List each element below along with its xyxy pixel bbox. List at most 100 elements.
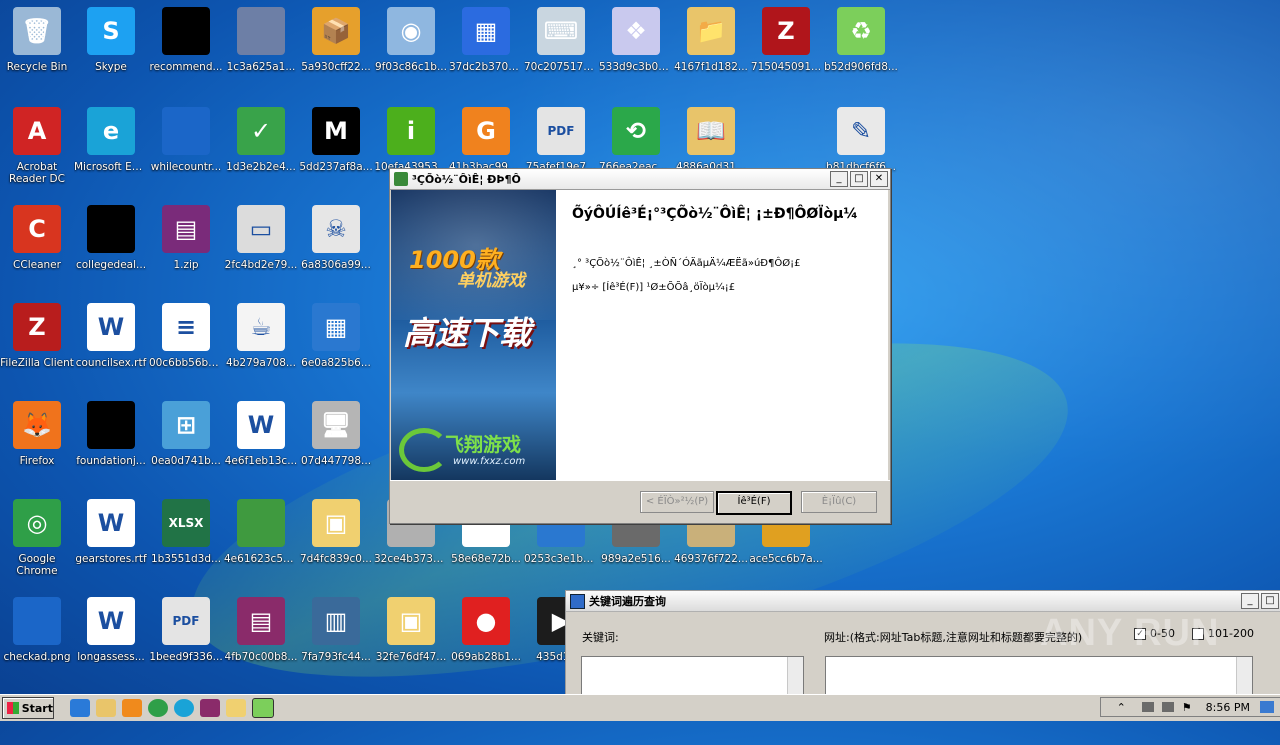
explorer-icon[interactable] — [96, 699, 116, 717]
desktop-icon[interactable]: XLSX 1b3551d3d... — [149, 499, 223, 565]
close-button[interactable]: ✕ — [870, 171, 888, 187]
desktop-icon[interactable]: Z FileZilla Client — [0, 303, 74, 369]
desktop-icon[interactable]: ▦ 6e0a825b6... — [299, 303, 373, 369]
desktop-icon[interactable]: ◉ 9f03c86c1b... — [374, 7, 448, 73]
file-icon: PDF — [162, 597, 210, 645]
dialog-content: ÕýÔÚÍê³É¡°³ÇÕò½¨ÔìÊ¦ ¡±Ð¶ÔØÏòµ¼ ¸° ³ÇÕò½… — [556, 190, 888, 480]
file-icon: ▣ — [387, 597, 435, 645]
show-desktop-icon[interactable] — [1260, 701, 1274, 713]
file-icon: W — [237, 401, 285, 449]
desktop-icon[interactable]: 🦊 Firefox — [0, 401, 74, 467]
cancel-button[interactable]: È¡Ïû(C) — [801, 491, 877, 513]
desktop-icon[interactable]: collegedeal... — [74, 205, 148, 271]
dialog-heading: ÕýÔÚÍê³É¡°³ÇÕò½¨ÔìÊ¦ ¡±Ð¶ÔØÏòµ¼ — [572, 206, 858, 222]
url-scrollbar[interactable] — [1236, 657, 1252, 697]
desktop-icon[interactable]: e Microsoft Edge — [74, 107, 148, 173]
clock[interactable]: 8:56 PM — [1206, 701, 1250, 714]
minimize-button[interactable]: _ — [830, 171, 848, 187]
desktop-icon[interactable]: ☠ 6a8306a99... — [299, 205, 373, 271]
desktop-icon[interactable]: ◎ Google Chrome — [0, 499, 74, 577]
keyword-window-titlebar[interactable]: 关键词遍历查询 _ □ — [566, 591, 1280, 612]
desktop-icon[interactable]: 📖 4886a0d31... — [674, 107, 748, 173]
desktop-icon-label: 469376f722... — [674, 553, 748, 565]
desktop-icon-label: 1b3551d3d... — [150, 553, 222, 565]
desktop-icon-label: 989a2e516... — [601, 553, 671, 565]
desktop-icon[interactable]: Z 715045091... — [749, 7, 823, 73]
desktop-icon[interactable]: 🖥 07d447798... — [299, 401, 373, 467]
maximize-button[interactable]: □ — [850, 171, 868, 187]
desktop-icon[interactable]: foundationj... — [74, 401, 148, 467]
app-icon — [394, 172, 408, 186]
active-task-icon[interactable] — [252, 698, 274, 718]
desktop-icon[interactable]: ▭ 2fc4bd2e79... — [224, 205, 298, 271]
desktop-icon[interactable]: A Acrobat Reader DC — [0, 107, 74, 185]
file-icon: 📦 — [312, 7, 360, 55]
desktop-icon[interactable]: M 5dd237af8a... — [299, 107, 373, 173]
dialog-titlebar[interactable]: ³ÇÕò½¨ÔìÊ¦ ÐÞ¶Ô _ □ ✕ — [390, 169, 890, 190]
file-icon: ☠ — [312, 205, 360, 253]
desktop-icon[interactable]: Wgearstores.rtf — [74, 499, 148, 565]
start-button[interactable]: Start — [2, 697, 54, 719]
desktop-icon[interactable]: ⟲ 766ea2eace... — [599, 107, 673, 173]
desktop-icon[interactable]: W 4e6f1eb13c... — [224, 401, 298, 467]
desktop-icon[interactable]: Wlongassess... — [74, 597, 148, 663]
setup-taskbar-icon[interactable] — [226, 699, 246, 717]
file-icon: ▤ — [162, 205, 210, 253]
maximize-button-2[interactable]: □ — [1261, 593, 1279, 609]
desktop-icon[interactable]: ☕ 4b279a708... — [224, 303, 298, 369]
desktop-icon[interactable]: ≡ 00c6bb56bd... — [149, 303, 223, 369]
ie-icon[interactable] — [70, 699, 90, 717]
tray-arrow-icon[interactable]: ⌃ — [1117, 701, 1126, 714]
url-textarea[interactable] — [825, 656, 1253, 698]
desktop-icon[interactable]: Wcouncilsex.rtf — [74, 303, 148, 369]
winrar-icon[interactable] — [200, 699, 220, 717]
desktop-icon[interactable]: PDF 1beed9f336... — [149, 597, 223, 663]
tray-network-icon[interactable] — [1141, 702, 1154, 712]
desktop-icon[interactable]: PDF 75afef19e7... — [524, 107, 598, 173]
desktop-icon[interactable]: ▤ 4fb70c00b8... — [224, 597, 298, 663]
desktop-icon[interactable]: 🗑 Recycle Bin — [0, 7, 74, 73]
desktop-icon[interactable]: ♻ b52d906fd8... — [824, 7, 898, 73]
tray-volume-icon[interactable] — [1161, 702, 1174, 712]
desktop-icon[interactable]: ❖ 533d9c3b02... — [599, 7, 673, 73]
desktop-icon-label: 00c6bb56bd... — [149, 357, 223, 369]
desktop-icon[interactable]: ● 069ab28b1... — [449, 597, 523, 663]
desktop-icon[interactable]: ▦ 37dc2b3707... — [449, 7, 523, 73]
desktop-icon[interactable]: ▤ 1.zip — [149, 205, 223, 271]
chrome-icon[interactable] — [148, 699, 168, 717]
file-icon — [162, 107, 210, 155]
desktop-icon[interactable]: 1c3a625a1... — [224, 7, 298, 73]
desktop-icon[interactable]: ▣ 7d4fc839c0... — [299, 499, 373, 565]
desktop-icon[interactable]: ⌨ 70c207517d... — [524, 7, 598, 73]
desktop-icon[interactable]: 4e61623c58... — [224, 499, 298, 565]
desktop-icon[interactable]: ✓ 1d3e2b2e4... — [224, 107, 298, 173]
desktop-icon[interactable]: S Skype — [74, 7, 148, 73]
desktop-icon-label: 4167f1d182... — [674, 61, 748, 73]
desktop-icon-label: longassess... — [77, 651, 145, 663]
desktop-icon[interactable]: ▥ 7fa793fc44... — [299, 597, 373, 663]
edge-icon[interactable] — [174, 699, 194, 717]
desktop-icon-label: Google Chrome — [16, 553, 58, 577]
desktop-icon[interactable]: i 10efa43953... — [374, 107, 448, 173]
file-icon: 🗑 — [13, 7, 61, 55]
desktop-icon[interactable]: ✎ b81dbcf6f6... — [824, 107, 898, 173]
desktop-icon[interactable]: recommend... — [149, 7, 223, 73]
file-icon: 🖥 — [312, 401, 360, 449]
media-player-icon[interactable] — [122, 699, 142, 717]
dialog-banner: 1000款 单机游戏 高速下载 飞翔游戏 www.fxxz.com — [391, 190, 556, 480]
desktop-icon[interactable]: checkad.png — [0, 597, 74, 663]
desktop-icon[interactable]: ⊞ 0ea0d741b... — [149, 401, 223, 467]
desktop-icon[interactable]: 📦 5a930cff22... — [299, 7, 373, 73]
desktop-icon[interactable]: ▣ 32fe76df47... — [374, 597, 448, 663]
desktop-icon[interactable]: 📁 4167f1d182... — [674, 7, 748, 73]
keyword-scrollbar[interactable] — [787, 657, 803, 697]
file-icon: i — [387, 107, 435, 155]
keyword-textarea[interactable] — [581, 656, 804, 698]
tray-flag-icon[interactable]: ⚑ — [1182, 701, 1192, 714]
desktop-icon[interactable]: whilecountr... — [149, 107, 223, 173]
finish-button[interactable]: Íê³É(F) — [716, 491, 792, 515]
minimize-button-2[interactable]: _ — [1241, 593, 1259, 609]
back-button[interactable]: < ÉÏÒ»²½(P) — [640, 491, 714, 513]
desktop-icon[interactable]: G 41b3bac994... — [449, 107, 523, 173]
desktop-icon[interactable]: C CCleaner — [0, 205, 74, 271]
